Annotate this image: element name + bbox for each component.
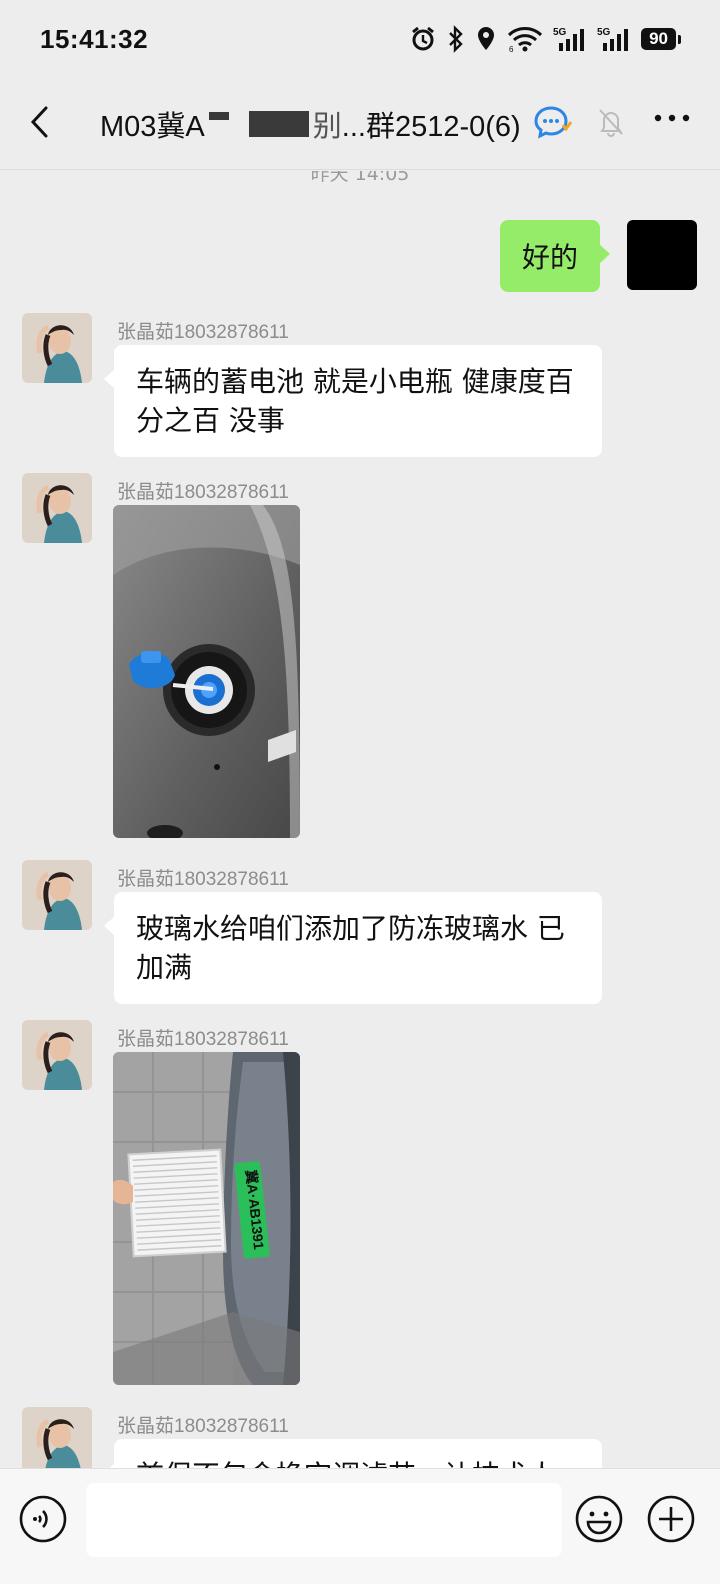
- message-input[interactable]: [86, 1483, 562, 1557]
- alarm-icon: [409, 25, 437, 53]
- back-button[interactable]: [0, 78, 80, 170]
- message-bubble[interactable]: 首保不包含换空调滤芯，让技术人: [104, 1439, 602, 1468]
- message-bubble[interactable]: 玻璃水给咱们添加了防冻玻璃水 已加满: [104, 892, 602, 1004]
- cabin-air-filter-photo[interactable]: 冀A·AB1391: [113, 1052, 300, 1385]
- chat-title-part1: M03冀A: [100, 110, 205, 143]
- sender-avatar[interactable]: [22, 1020, 92, 1090]
- sender-avatar[interactable]: [22, 473, 92, 543]
- sender-name: 张晶茹18032878611: [117, 1416, 289, 1437]
- message-text: 好的: [521, 241, 578, 274]
- message-text: 车辆的蓄电池 就是小电瓶 健康度百分之百 没事: [136, 365, 574, 437]
- status-bar: 15:41:32 6 5G 5G 90: [0, 0, 720, 78]
- mute-bell-icon: [597, 107, 625, 141]
- chat-timestamp: 昨天 14:05: [310, 171, 410, 185]
- sender-name: 张晶茹18032878611: [117, 1029, 289, 1050]
- sender-name: 张晶茹18032878611: [117, 322, 289, 343]
- more-dots-icon: [654, 108, 690, 127]
- message-text: 首保不包含换空调滤芯，让技术人: [136, 1459, 556, 1468]
- sender-name: 张晶茹18032878611: [117, 482, 289, 503]
- group-chat-icon[interactable]: [533, 105, 573, 143]
- input-bar: [0, 1468, 720, 1584]
- chat-header: M03冀A 别 ...群2512-0(6): [0, 78, 720, 170]
- status-time: 15:41:32: [40, 23, 149, 54]
- washer-fluid-cap-photo[interactable]: [113, 505, 300, 838]
- chat-messages[interactable]: 昨天 14:05 好的 张晶茹18032878611 车辆的蓄电池 就是小电瓶 …: [0, 171, 720, 1468]
- plus-more-icon[interactable]: [646, 1494, 696, 1548]
- sender-name: 张晶茹18032878611: [117, 869, 289, 890]
- sender-avatar[interactable]: [22, 860, 92, 930]
- chat-title-part2: 别: [312, 110, 342, 143]
- message-text: 玻璃水给咱们添加了防冻玻璃水 已加满: [136, 912, 565, 984]
- chat-title[interactable]: M03冀A 别 ...群2512-0(6): [100, 103, 521, 145]
- location-icon: [475, 25, 497, 53]
- svg-text:6: 6: [509, 45, 514, 53]
- voice-input-icon[interactable]: [18, 1494, 68, 1548]
- status-icons: 6 5G 5G 90: [409, 25, 681, 53]
- svg-text:5G: 5G: [597, 27, 611, 38]
- self-avatar[interactable]: [627, 220, 697, 290]
- redaction-block: [208, 111, 229, 120]
- wifi-icon: 6: [507, 25, 543, 53]
- chat-title-part3: ...群2512-0(6): [341, 110, 521, 143]
- battery-indicator: 90: [641, 28, 681, 50]
- sender-avatar[interactable]: [22, 1407, 92, 1468]
- message-bubble[interactable]: 车辆的蓄电池 就是小电瓶 健康度百分之百 没事: [104, 345, 602, 457]
- signal-5g-icon: 5G: [597, 25, 631, 53]
- svg-text:5G: 5G: [553, 27, 567, 38]
- message-bubble-self[interactable]: 好的: [499, 220, 611, 292]
- redaction-block: [248, 110, 309, 137]
- sender-avatar[interactable]: [22, 313, 92, 383]
- signal-5g-icon: 5G: [553, 25, 587, 53]
- emoji-icon[interactable]: [574, 1494, 624, 1548]
- bluetooth-icon: [447, 25, 465, 53]
- chevron-left-icon: [29, 105, 51, 143]
- more-options-button[interactable]: [654, 108, 690, 127]
